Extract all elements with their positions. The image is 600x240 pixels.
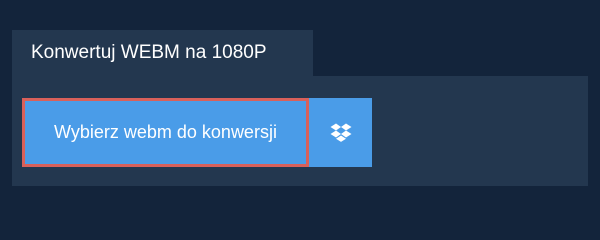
dropbox-icon [330, 123, 352, 143]
choose-file-button[interactable]: Wybierz webm do konwersji [22, 98, 309, 167]
tab-title: Konwertuj WEBM na 1080P [31, 42, 267, 63]
choose-file-label: Wybierz webm do konwersji [54, 122, 277, 142]
dropbox-button[interactable] [309, 98, 372, 167]
converter-tab: Konwertuj WEBM na 1080P [12, 30, 313, 76]
